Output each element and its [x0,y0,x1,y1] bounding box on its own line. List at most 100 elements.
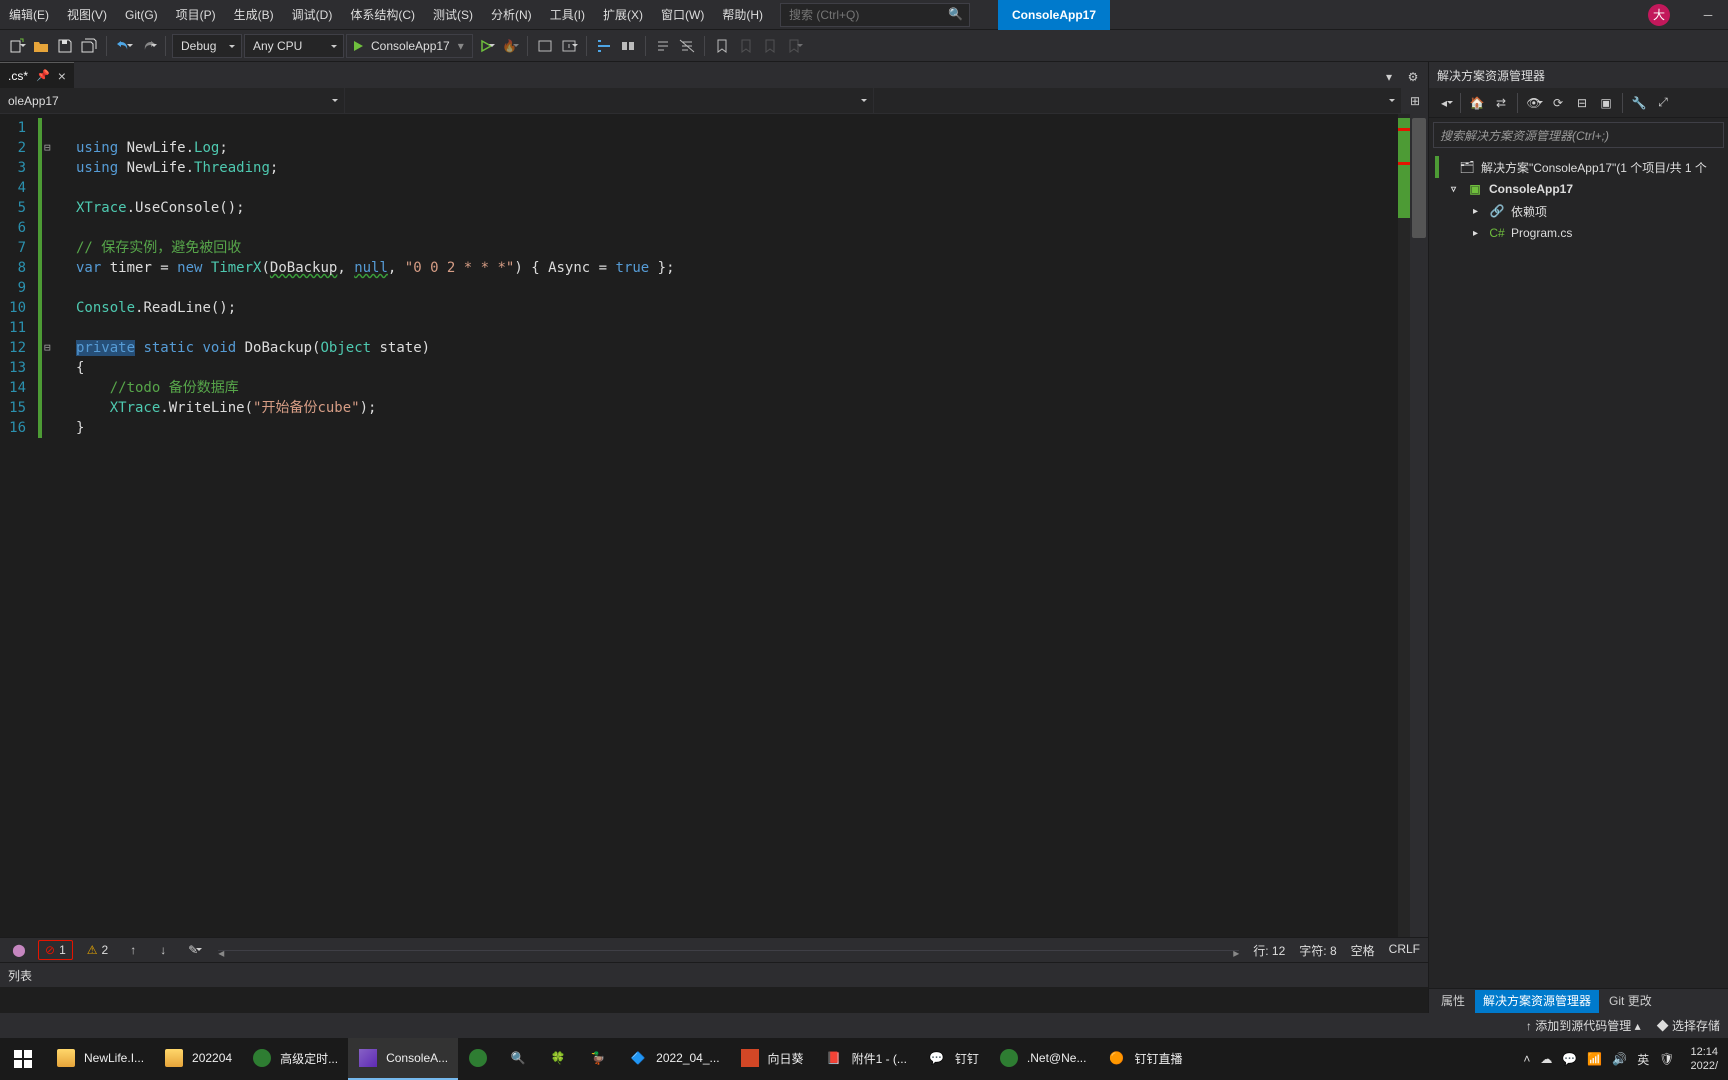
nav-down-button[interactable]: ↓ [152,939,174,961]
tray-network-icon[interactable]: 📶 [1587,1052,1602,1066]
sln-tab-0[interactable]: 属性 [1433,990,1473,1013]
hot-reload-button[interactable]: 🔥 [499,35,521,57]
cleanup-button[interactable]: ✎ [182,939,204,961]
platform-combo[interactable]: Any CPU [244,34,344,58]
menu-分析(N)[interactable]: 分析(N) [482,8,541,22]
tree-project-node[interactable]: ▿▣ ConsoleApp17 [1429,178,1728,200]
menu-Git(G)[interactable]: Git(G) [116,8,167,22]
undo-button[interactable] [113,35,135,57]
tab-overflow-button[interactable]: ▾ [1378,66,1400,88]
format-button-1[interactable] [593,35,615,57]
warning-count-chip[interactable]: ⚠ 2 [81,940,114,960]
new-item-button[interactable] [6,35,28,57]
task-2022_04_...[interactable]: 🔷2022_04_... [618,1038,729,1080]
char-indicator[interactable]: 字符: 8 [1299,942,1336,959]
step-button-1[interactable] [534,35,556,57]
bookmark-next-button[interactable] [759,35,781,57]
bookmark-prev-button[interactable] [735,35,757,57]
window-minimize-button[interactable]: ─ [1688,0,1728,30]
task-附件1 - (...[interactable]: 📕附件1 - (... [814,1038,917,1080]
solution-tree[interactable]: 🗂 解决方案"ConsoleApp17"(1 个项目/共 1 个 ▿▣ Cons… [1429,152,1728,988]
bookmark-clear-button[interactable] [783,35,805,57]
step-button-2[interactable] [558,35,580,57]
task-202204[interactable]: 202204 [154,1038,242,1080]
sln-sync-button[interactable]: ⇄ [1490,92,1512,114]
tab-settings-button[interactable]: ⚙ [1402,66,1424,88]
global-search-input[interactable] [781,8,946,22]
uncomment-button[interactable] [676,35,698,57]
error-count-chip[interactable]: ⊘ 1 [38,940,73,960]
sln-tab-1[interactable]: 解决方案资源管理器 [1475,990,1599,1013]
eol-indicator[interactable]: CRLF [1389,942,1420,959]
start-button[interactable] [0,1038,46,1080]
tree-dependencies-node[interactable]: ▸🔗 依赖项 [1429,200,1728,222]
task-高级定时...[interactable]: 高级定时... [242,1038,348,1080]
global-search[interactable]: 🔍 [780,3,970,27]
user-avatar[interactable]: 大 [1648,4,1670,26]
code-surface[interactable]: using NewLife.Log;using NewLife.Threadin… [56,114,1428,937]
tray-volume-icon[interactable]: 🔊 [1612,1052,1627,1066]
redo-button[interactable] [137,35,159,57]
task-钉钉直播[interactable]: 🟠钉钉直播 [1096,1038,1192,1080]
start-debug-button[interactable]: ConsoleApp17 ▾ [346,34,473,58]
menu-帮助(H)[interactable]: 帮助(H) [713,8,772,22]
project-badge[interactable]: ConsoleApp17 [998,0,1110,30]
close-tab-button[interactable]: × [58,68,66,84]
save-all-button[interactable] [78,35,100,57]
sln-back-button[interactable]: ◂ [1433,92,1455,114]
nav-member-combo[interactable] [874,88,1403,113]
task-ConsoleA...[interactable]: ConsoleA... [348,1038,458,1080]
config-combo[interactable]: Debug [172,34,242,58]
menu-体系结构(C)[interactable]: 体系结构(C) [341,8,424,22]
menu-调试(D)[interactable]: 调试(D) [283,8,342,22]
sln-tab-2[interactable]: Git 更改 [1601,990,1660,1013]
sln-properties-button[interactable]: 🔧 [1628,92,1650,114]
sln-collapse-button[interactable]: ⊟ [1571,92,1593,114]
tree-file-node[interactable]: ▸C# Program.cs [1429,222,1728,244]
tray-shield-icon[interactable]: 🛡 [1659,1052,1674,1066]
tray-wechat-icon[interactable]: 💬 [1562,1052,1577,1066]
system-tray[interactable]: ˄ ☁ 💬 📶 🔊 英 🛡 12:14 2022/ [1523,1045,1728,1073]
menu-视图(V)[interactable]: 视图(V) [58,8,116,22]
task-app[interactable] [458,1038,498,1080]
issues-icon[interactable]: ⬤ [8,939,30,961]
indent-indicator[interactable]: 空格 [1351,942,1375,959]
task-向日葵[interactable]: 向日葵 [730,1038,814,1080]
bookmark-button[interactable] [711,35,733,57]
task-.Net@Ne...[interactable]: .Net@Ne... [989,1038,1097,1080]
sln-showall-button[interactable]: ▣ [1595,92,1617,114]
vertical-scrollbar[interactable] [1410,114,1428,937]
menu-扩展(X)[interactable]: 扩展(X) [594,8,652,22]
menu-生成(B)[interactable]: 生成(B) [225,8,283,22]
select-repo-button[interactable]: ◆ 选择存储 [1657,1017,1720,1034]
tree-solution-node[interactable]: 🗂 解决方案"ConsoleApp17"(1 个项目/共 1 个 [1429,156,1728,178]
hscroll-right[interactable]: ▸ [1233,946,1239,960]
save-button[interactable] [54,35,76,57]
menu-测试(S)[interactable]: 测试(S) [424,8,482,22]
menu-编辑(E)[interactable]: 编辑(E) [0,8,58,22]
tray-cloud-icon[interactable]: ☁ [1540,1052,1552,1066]
hscroll-left[interactable]: ◂ [218,946,224,960]
pin-icon[interactable]: 📌 [36,69,50,82]
comment-button[interactable] [652,35,674,57]
task-🔍[interactable]: 🔍 [498,1038,538,1080]
line-indicator[interactable]: 行: 12 [1253,942,1285,959]
sln-search-input[interactable]: 搜索解决方案资源管理器(Ctrl+;) [1433,122,1724,148]
fold-column[interactable]: ⊟⊟ [44,114,51,438]
format-button-2[interactable] [617,35,639,57]
code-editor[interactable]: 12345678910111213141516 ⊟⊟ using NewLife… [0,114,1428,937]
sln-refresh-button[interactable]: ⟳ [1547,92,1569,114]
task-🦆[interactable]: 🦆 [578,1038,618,1080]
sln-preview-button[interactable]: ⤢ [1652,92,1674,114]
tray-ime-icon[interactable]: 英 [1637,1051,1649,1068]
menu-工具(I)[interactable]: 工具(I) [541,8,594,22]
start-without-debug-button[interactable] [475,35,497,57]
taskbar-clock[interactable]: 12:14 2022/ [1684,1045,1724,1073]
sln-home-button[interactable]: 🏠 [1466,92,1488,114]
overview-ruler[interactable] [1398,114,1410,937]
output-panel-header[interactable]: 列表 [0,962,1428,987]
task-NewLife.I...[interactable]: NewLife.I... [46,1038,154,1080]
open-file-button[interactable] [30,35,52,57]
tray-chevron-icon[interactable]: ˄ [1523,1052,1530,1066]
active-document-tab[interactable]: .cs* 📌 × [0,62,74,88]
